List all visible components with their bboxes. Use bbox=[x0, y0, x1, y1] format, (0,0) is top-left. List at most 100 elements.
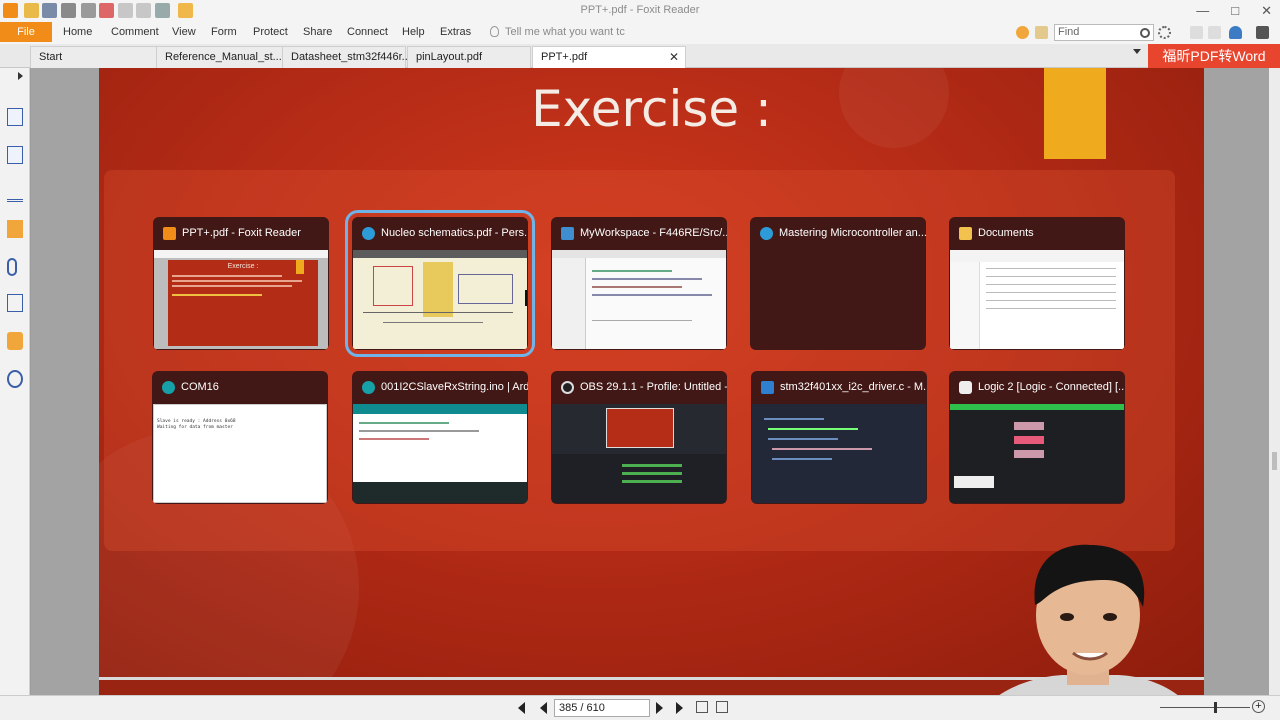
minimize-icon[interactable]: — bbox=[1196, 3, 1209, 19]
webcam-overlay bbox=[975, 535, 1200, 720]
menu-home[interactable]: Home bbox=[63, 26, 92, 38]
previous-page-icon[interactable] bbox=[540, 702, 547, 714]
tab-reference-manual[interactable]: Reference_Manual_st... bbox=[156, 46, 284, 68]
window-logic2[interactable]: Logic 2 [Logic - Connected] [... bbox=[949, 371, 1125, 504]
next-page-icon[interactable] bbox=[656, 702, 663, 714]
maximize-icon[interactable]: □ bbox=[1231, 3, 1239, 19]
settings-gear-icon[interactable] bbox=[1158, 26, 1171, 39]
tab-label: pinLayout.pdf bbox=[416, 51, 483, 63]
close-tab-icon[interactable]: ✕ bbox=[669, 47, 679, 67]
slide-accent-bar bbox=[1044, 68, 1106, 159]
serial-line: Waiting for data from master bbox=[157, 425, 233, 430]
window-title: COM16 bbox=[181, 381, 219, 393]
notification-bell-icon[interactable] bbox=[1229, 26, 1242, 39]
search-person-icon[interactable] bbox=[7, 370, 23, 388]
status-bar: 385 / 610 + bbox=[0, 695, 1280, 720]
find-input[interactable]: Find bbox=[1054, 24, 1154, 41]
tab-pinlayout[interactable]: pinLayout.pdf bbox=[407, 46, 531, 68]
window-title: stm32f401xx_i2c_driver.c - M... bbox=[780, 381, 927, 393]
window-title: Logic 2 [Logic - Connected] [... bbox=[978, 381, 1125, 393]
menu-protect[interactable]: Protect bbox=[253, 26, 288, 38]
window-vscode[interactable]: stm32f401xx_i2c_driver.c - M... bbox=[751, 371, 927, 504]
close-icon[interactable]: ✕ bbox=[1261, 3, 1272, 19]
menu-extras[interactable]: Extras bbox=[440, 26, 471, 38]
vertical-scrollbar[interactable] bbox=[1269, 68, 1280, 695]
tab-ppt[interactable]: PPT+.pdf ✕ bbox=[532, 46, 686, 68]
window-thumbnail: Slave is ready : Address 0x68 Waiting fo… bbox=[153, 404, 327, 503]
window-thumbnail bbox=[752, 404, 926, 503]
tab-start[interactable]: Start bbox=[30, 46, 160, 68]
menu-share[interactable]: Share bbox=[303, 26, 332, 38]
file-menu[interactable]: File bbox=[0, 22, 52, 42]
window-thumbnail: Exercise : bbox=[154, 250, 328, 349]
window-title: PPT+.pdf - Foxit Reader bbox=[182, 227, 301, 239]
window-arduino-ide[interactable]: 001I2CSlaveRxString.ino | Ard... bbox=[352, 371, 528, 504]
menu-view[interactable]: View bbox=[172, 26, 196, 38]
navigation-panel bbox=[0, 68, 30, 695]
tab-label: Datasheet_stm32f446r... bbox=[291, 51, 411, 63]
menu-comment[interactable]: Comment bbox=[111, 26, 159, 38]
menu-form[interactable]: Form bbox=[211, 26, 237, 38]
security-lock-icon[interactable] bbox=[7, 332, 23, 350]
scrollbar-thumb[interactable] bbox=[1272, 452, 1277, 470]
expand-panel-icon[interactable] bbox=[18, 72, 23, 80]
comments-icon[interactable] bbox=[7, 220, 23, 238]
page-number-input[interactable]: 385 / 610 bbox=[554, 699, 650, 717]
window-thumbnail bbox=[950, 250, 1124, 349]
slide-title: Exercise : bbox=[531, 80, 772, 138]
window-thumbnail bbox=[353, 250, 527, 349]
tell-me-box[interactable]: Tell me what you want tc bbox=[490, 26, 625, 38]
menu-connect[interactable]: Connect bbox=[347, 26, 388, 38]
window-nucleo-schematics[interactable]: Nucleo schematics.pdf - Pers... bbox=[345, 210, 535, 357]
page-number: 385 / 610 bbox=[559, 702, 605, 714]
pages-icon[interactable] bbox=[7, 146, 23, 164]
continuous-view-icon[interactable] bbox=[696, 701, 708, 713]
tab-label: Reference_Manual_st... bbox=[165, 51, 282, 63]
lightbulb-icon bbox=[490, 26, 499, 37]
sign-in-icon[interactable] bbox=[1016, 26, 1029, 39]
bookmark-icon[interactable] bbox=[7, 108, 23, 126]
first-page-icon[interactable] bbox=[518, 702, 525, 714]
window-controls: — □ ✕ bbox=[1196, 3, 1272, 19]
convert-to-word-button[interactable]: 福昕PDF转Word bbox=[1148, 44, 1280, 68]
tab-list-dropdown-icon[interactable] bbox=[1133, 49, 1141, 54]
search-docs-icon[interactable] bbox=[1035, 26, 1048, 39]
zoom-slider[interactable] bbox=[1160, 707, 1250, 708]
tab-datasheet[interactable]: Datasheet_stm32f446r... bbox=[282, 46, 411, 68]
facing-view-icon[interactable] bbox=[716, 701, 728, 713]
tab-label: PPT+.pdf bbox=[541, 51, 588, 63]
layers-icon[interactable] bbox=[7, 184, 23, 202]
zoom-in-icon[interactable]: + bbox=[1252, 700, 1265, 713]
attachment-icon[interactable] bbox=[7, 258, 17, 276]
menu-help[interactable]: Help bbox=[402, 26, 425, 38]
window-documents[interactable]: Documents bbox=[949, 217, 1125, 350]
window-mastering-microcontroller[interactable]: Mastering Microcontroller an... bbox=[750, 217, 926, 350]
window-myworkspace[interactable]: MyWorkspace - F446RE/Src/... bbox=[551, 217, 727, 350]
window-title: OBS 29.1.1 - Profile: Untitled -... bbox=[580, 381, 727, 393]
serial-line: Slave is ready : Address 0x68 bbox=[157, 419, 236, 424]
window-title: Documents bbox=[978, 227, 1034, 239]
last-page-icon[interactable] bbox=[676, 702, 683, 714]
account-icon[interactable] bbox=[1256, 26, 1269, 39]
signature-icon[interactable] bbox=[7, 294, 23, 312]
window-title: Nucleo schematics.pdf - Pers... bbox=[381, 227, 528, 239]
search-icon[interactable] bbox=[1140, 28, 1150, 38]
window-thumbnail bbox=[552, 250, 726, 349]
document-tabs: Start Reference_Manual_st... Datasheet_s… bbox=[0, 44, 1280, 68]
forward-icon[interactable] bbox=[1208, 26, 1221, 39]
ribbon-menu: File Home Comment View Form Protect Shar… bbox=[0, 22, 1280, 44]
window-title: PPT+.pdf - Foxit Reader bbox=[580, 4, 700, 16]
window-com16[interactable]: COM16 Slave is ready : Address 0x68 Wait… bbox=[152, 371, 328, 504]
quick-access-toolbar: PPT+.pdf - Foxit Reader — □ ✕ bbox=[0, 0, 1280, 22]
window-obs[interactable]: OBS 29.1.1 - Profile: Untitled -... bbox=[551, 371, 727, 504]
back-icon[interactable] bbox=[1190, 26, 1203, 39]
window-foxit[interactable]: PPT+.pdf - Foxit Reader Exercise : bbox=[153, 217, 329, 350]
window-title: MyWorkspace - F446RE/Src/... bbox=[580, 227, 727, 239]
window-thumbnail bbox=[751, 250, 925, 349]
window-thumbnail bbox=[950, 404, 1124, 503]
window-title: 001I2CSlaveRxString.ino | Ard... bbox=[381, 381, 528, 393]
window-thumbnail bbox=[353, 404, 527, 503]
tab-label: Start bbox=[39, 51, 63, 63]
zoom-slider-handle[interactable] bbox=[1214, 702, 1217, 713]
tell-me-text: Tell me what you want tc bbox=[505, 26, 625, 38]
